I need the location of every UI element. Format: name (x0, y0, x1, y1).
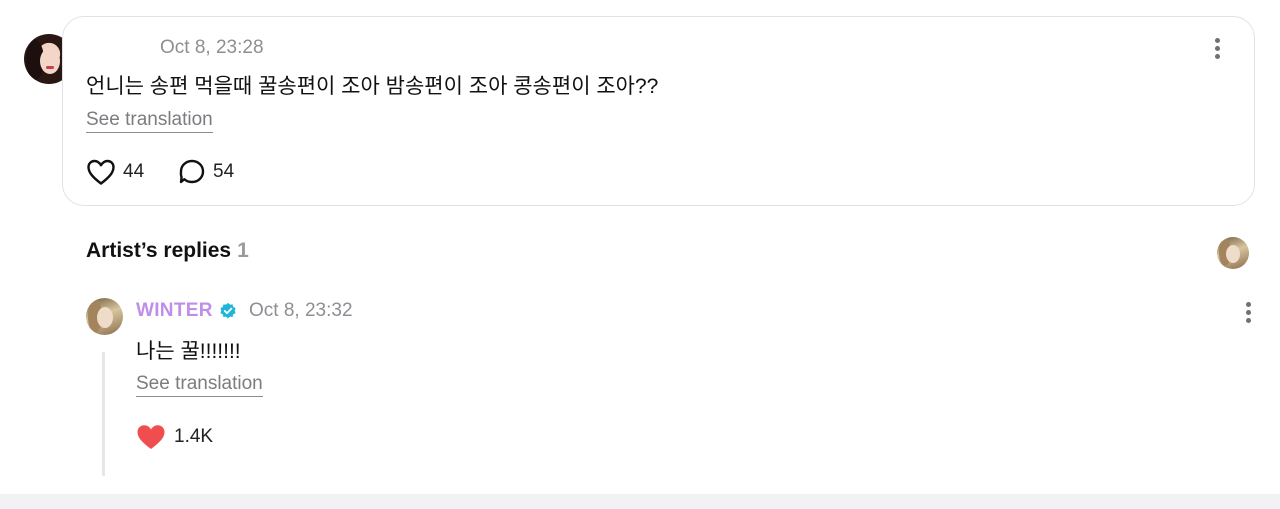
like-button[interactable]: 44 (86, 158, 144, 186)
post-timestamp: Oct 8, 23:28 (160, 37, 264, 58)
artist-replies-count: 1 (237, 239, 249, 262)
more-vertical-icon[interactable] (1215, 38, 1221, 60)
see-translation-link[interactable]: See translation (86, 109, 213, 133)
verified-badge-icon (220, 302, 236, 319)
reply-more-vertical-icon[interactable] (1246, 302, 1252, 324)
reply-like-count: 1.4K (174, 426, 214, 447)
comment-count: 54 (213, 161, 235, 182)
heart-filled-icon (137, 425, 165, 449)
artist-avatar-small[interactable] (1217, 237, 1249, 269)
thread-line (102, 352, 105, 476)
post-text: 언니는 송편 먹을때 꿀송편이 조아 밤송편이 조아 콩송편이 조아?? (86, 75, 659, 98)
bottom-divider (0, 494, 1280, 509)
reply-text: 나는 꿀!!!!!!! (136, 340, 241, 363)
speech-bubble-icon (179, 159, 205, 184)
artist-reply-page: Oct 8, 23:28 언니는 송편 먹을때 꿀송편이 조아 밤송편이 조아 … (0, 0, 1280, 509)
artist-name[interactable]: WINTER (136, 300, 213, 322)
reply-timestamp: Oct 8, 23:32 (249, 300, 353, 321)
reply-like-button[interactable]: 1.4K (136, 423, 213, 451)
artist-avatar[interactable] (86, 298, 123, 335)
heart-outline-icon (87, 159, 115, 185)
artist-replies-title: Artist’s replies (86, 239, 232, 262)
comment-button[interactable]: 54 (178, 158, 234, 186)
artist-replies-heading: Artist’s replies 1 (86, 239, 249, 263)
like-count: 44 (123, 161, 145, 182)
reply-see-translation-link[interactable]: See translation (136, 373, 263, 397)
